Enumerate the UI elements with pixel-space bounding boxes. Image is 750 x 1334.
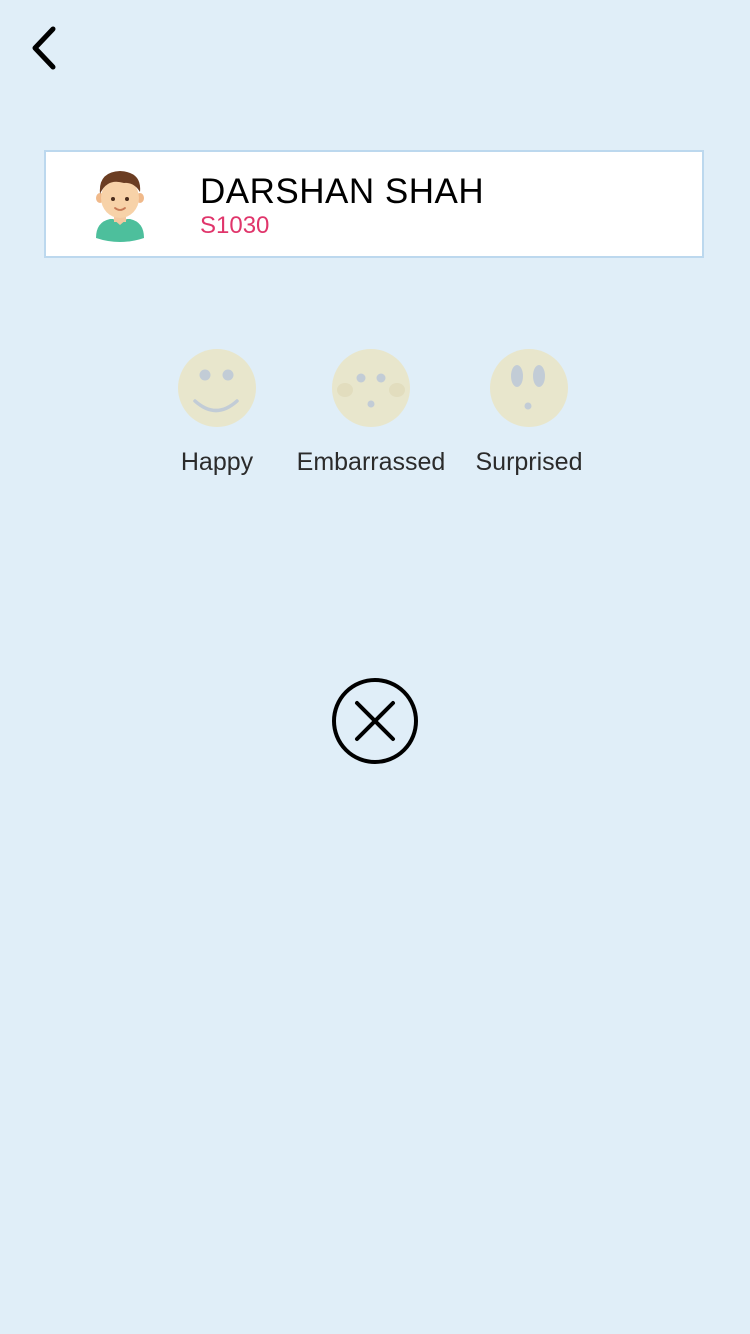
close-button[interactable] (331, 677, 419, 765)
emotion-label-embarrassed: Embarrassed (296, 448, 446, 476)
student-name: DARSHAN SHAH (200, 172, 485, 211)
chevron-left-icon (32, 26, 56, 70)
emotion-screen: DARSHAN SHAH S1030 Happy Embarrassed Sur… (0, 0, 750, 1334)
back-button[interactable] (18, 20, 66, 76)
happy-face-icon (178, 349, 256, 427)
emotion-option-surprised[interactable]: Surprised (439, 348, 619, 477)
emotion-label-happy: Happy (180, 448, 254, 476)
close-circle-icon (332, 678, 418, 764)
emotion-option-embarrassed[interactable]: Embarrassed (281, 348, 461, 477)
emotion-option-happy[interactable]: Happy (127, 348, 307, 477)
student-id: S1030 (200, 212, 270, 239)
emotion-label-surprised: Surprised (475, 448, 583, 476)
student-card[interactable]: DARSHAN SHAH S1030 (44, 150, 704, 258)
surprised-face-icon (490, 349, 568, 427)
embarrassed-face-icon (332, 349, 410, 427)
boy-avatar-icon (96, 171, 144, 242)
